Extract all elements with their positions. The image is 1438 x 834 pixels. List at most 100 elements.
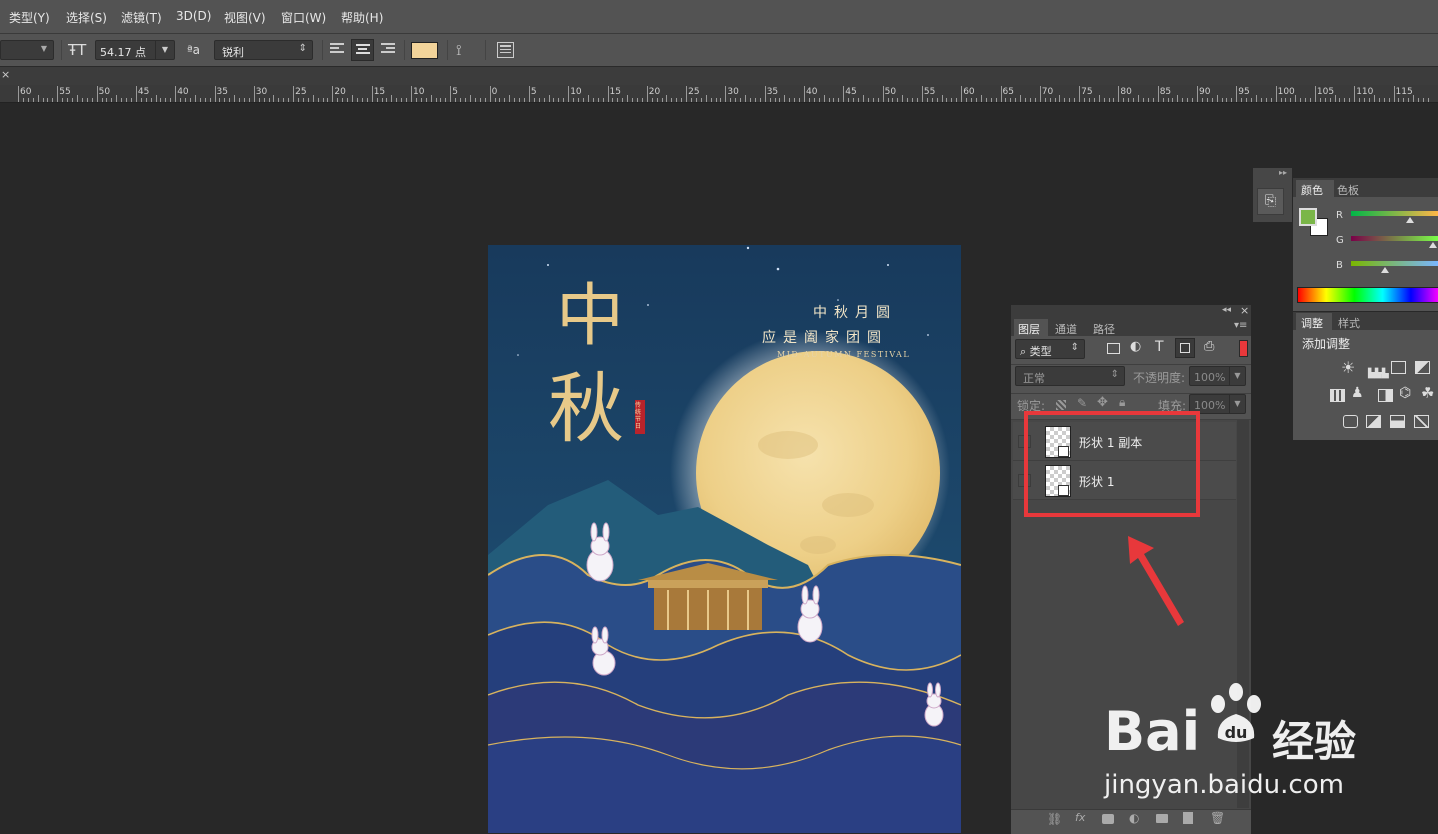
slider-r[interactable] bbox=[1351, 211, 1438, 216]
font-size-field[interactable]: 54.17 点 ▼ bbox=[95, 40, 175, 60]
ruler-tick bbox=[804, 86, 805, 102]
ruler-tick bbox=[1182, 98, 1184, 102]
menu-window[interactable]: 窗口(W) bbox=[281, 9, 326, 26]
search-icon: ⌕ bbox=[1020, 345, 1027, 358]
watermark: Bai du 经验 jingyan.baidu.com bbox=[1104, 678, 1438, 833]
ruler-tick bbox=[1211, 98, 1213, 102]
menu-filter[interactable]: 滤镜(T) bbox=[121, 9, 162, 26]
align-right-icon[interactable] bbox=[379, 43, 395, 57]
tab-adjustments[interactable]: 调整 bbox=[1301, 315, 1323, 331]
invert-icon[interactable] bbox=[1343, 415, 1358, 428]
ruler-tick bbox=[214, 86, 216, 102]
filter-type-icon[interactable]: T bbox=[1155, 339, 1164, 355]
color-balance-icon[interactable] bbox=[1378, 389, 1393, 402]
posterize-icon[interactable] bbox=[1366, 415, 1381, 428]
collapsed-panel-strip: ▸▸ ⎘ bbox=[1253, 168, 1292, 222]
antialias-select[interactable]: 锐利 ⇕ bbox=[214, 40, 313, 60]
ruler-tick bbox=[1329, 98, 1331, 102]
align-center-icon[interactable] bbox=[351, 39, 374, 61]
tab-styles[interactable]: 样式 bbox=[1338, 315, 1360, 331]
ruler-tick bbox=[175, 86, 177, 102]
filter-type-select[interactable]: ⌕ 类型 ⇕ bbox=[1015, 339, 1085, 359]
ruler-tick bbox=[1344, 98, 1346, 102]
ruler-label: 50 bbox=[98, 87, 111, 97]
ruler-tick bbox=[573, 98, 575, 102]
tab-paths[interactable]: 路径 bbox=[1093, 321, 1115, 337]
ruler-tick bbox=[1378, 98, 1380, 102]
align-left-icon[interactable] bbox=[330, 43, 346, 57]
ruler-tick bbox=[1113, 98, 1115, 102]
menu-select[interactable]: 选择(S) bbox=[66, 9, 107, 26]
ruler-tick bbox=[258, 98, 260, 102]
lock-transparency-icon[interactable] bbox=[1056, 400, 1066, 410]
expand-icon[interactable]: ▸▸ bbox=[1279, 168, 1287, 177]
ruler-tick bbox=[96, 86, 98, 102]
tab-color[interactable]: 颜色 bbox=[1301, 182, 1323, 198]
character-panel-icon[interactable] bbox=[497, 42, 514, 58]
ruler-label: 85 bbox=[1159, 87, 1172, 97]
color-spectrum-bar[interactable] bbox=[1297, 287, 1438, 303]
text-color-swatch[interactable] bbox=[411, 42, 438, 59]
slider-b-thumb[interactable] bbox=[1381, 267, 1389, 273]
ruler-tick bbox=[479, 98, 481, 102]
ruler-tick bbox=[897, 98, 899, 102]
font-style-select[interactable]: ▼ bbox=[0, 40, 54, 60]
ruler-tick bbox=[528, 86, 530, 102]
tab-layers[interactable]: 图层 bbox=[1018, 321, 1040, 337]
menu-help[interactable]: 帮助(H) bbox=[341, 9, 383, 26]
fx-icon[interactable]: fx bbox=[1075, 811, 1085, 824]
selective-color-icon[interactable] bbox=[1414, 415, 1429, 428]
ruler-tick bbox=[686, 86, 688, 102]
opacity-field[interactable]: 100% ▼ bbox=[1189, 366, 1246, 386]
lock-position-icon[interactable]: ✥ bbox=[1097, 395, 1108, 410]
brightness-icon[interactable]: ☀ bbox=[1341, 358, 1355, 377]
history-panel-icon[interactable]: ⎘ bbox=[1257, 188, 1284, 215]
ruler-tick bbox=[1197, 86, 1198, 102]
ruler-tick bbox=[916, 98, 918, 102]
curves-icon[interactable] bbox=[1391, 361, 1406, 374]
watermark-brand-2: 经验 bbox=[1272, 717, 1357, 766]
filter-toggle[interactable] bbox=[1239, 340, 1248, 357]
document-canvas[interactable]: 中 秋 传统节日 中秋月圆 应是阖家团圆 MID-AUTUMN FESTIVAL bbox=[488, 245, 961, 833]
filter-shape-icon[interactable] bbox=[1175, 338, 1195, 358]
slider-r-thumb[interactable] bbox=[1406, 217, 1414, 223]
filter-smart-object-icon[interactable]: ⎙ bbox=[1204, 339, 1214, 354]
slider-b[interactable] bbox=[1351, 261, 1438, 266]
lock-pixels-icon[interactable]: ✎ bbox=[1077, 396, 1087, 410]
ruler-tick bbox=[558, 98, 560, 102]
ruler-tick bbox=[1368, 98, 1370, 102]
ruler-tick bbox=[18, 86, 19, 102]
ruler-tick bbox=[961, 86, 963, 102]
ruler-tick bbox=[740, 98, 742, 102]
hue-saturation-icon[interactable]: ♟ bbox=[1351, 385, 1364, 401]
levels-icon[interactable]: ▙▙▙ bbox=[1368, 361, 1389, 379]
vibrance-icon[interactable] bbox=[1330, 389, 1345, 402]
poster-title-2: 秋 bbox=[548, 364, 624, 453]
slider-g-thumb[interactable] bbox=[1429, 242, 1437, 248]
ruler-tick bbox=[288, 98, 290, 102]
filter-pixel-icon[interactable] bbox=[1107, 343, 1120, 354]
photo-filter-icon[interactable]: ⌬ bbox=[1399, 385, 1411, 401]
ruler-tick bbox=[347, 98, 349, 102]
tab-channels[interactable]: 通道 bbox=[1055, 321, 1077, 337]
slider-g[interactable] bbox=[1351, 236, 1438, 241]
foreground-color-swatch[interactable] bbox=[1299, 208, 1317, 226]
filter-adjustment-icon[interactable]: ◐ bbox=[1130, 339, 1141, 354]
channel-mixer-icon[interactable]: ☘ bbox=[1421, 384, 1434, 402]
tab-swatches[interactable]: 色板 bbox=[1337, 182, 1359, 198]
warp-text-icon[interactable]: ⟟ bbox=[456, 41, 462, 59]
threshold-icon[interactable] bbox=[1390, 415, 1405, 428]
exposure-icon[interactable] bbox=[1415, 361, 1430, 374]
panel-menu-icon[interactable]: ▾≡ bbox=[1234, 320, 1247, 331]
ruler-tick bbox=[587, 95, 589, 102]
ruler-tick bbox=[794, 98, 796, 102]
collapse-icon[interactable]: ◂◂ bbox=[1222, 305, 1231, 315]
link-layers-icon[interactable]: ⛓ bbox=[1047, 812, 1062, 826]
menu-view[interactable]: 视图(V) bbox=[224, 9, 266, 26]
close-tab-icon[interactable]: × bbox=[1, 68, 10, 81]
menu-3d[interactable]: 3D(D) bbox=[176, 9, 211, 23]
blend-mode-select[interactable]: 正常 ⇕ bbox=[1015, 366, 1125, 386]
close-panel-icon[interactable]: × bbox=[1240, 304, 1249, 317]
menu-type[interactable]: 类型(Y) bbox=[9, 9, 50, 26]
lock-all-icon[interactable]: 🔒︎ bbox=[1119, 395, 1125, 410]
